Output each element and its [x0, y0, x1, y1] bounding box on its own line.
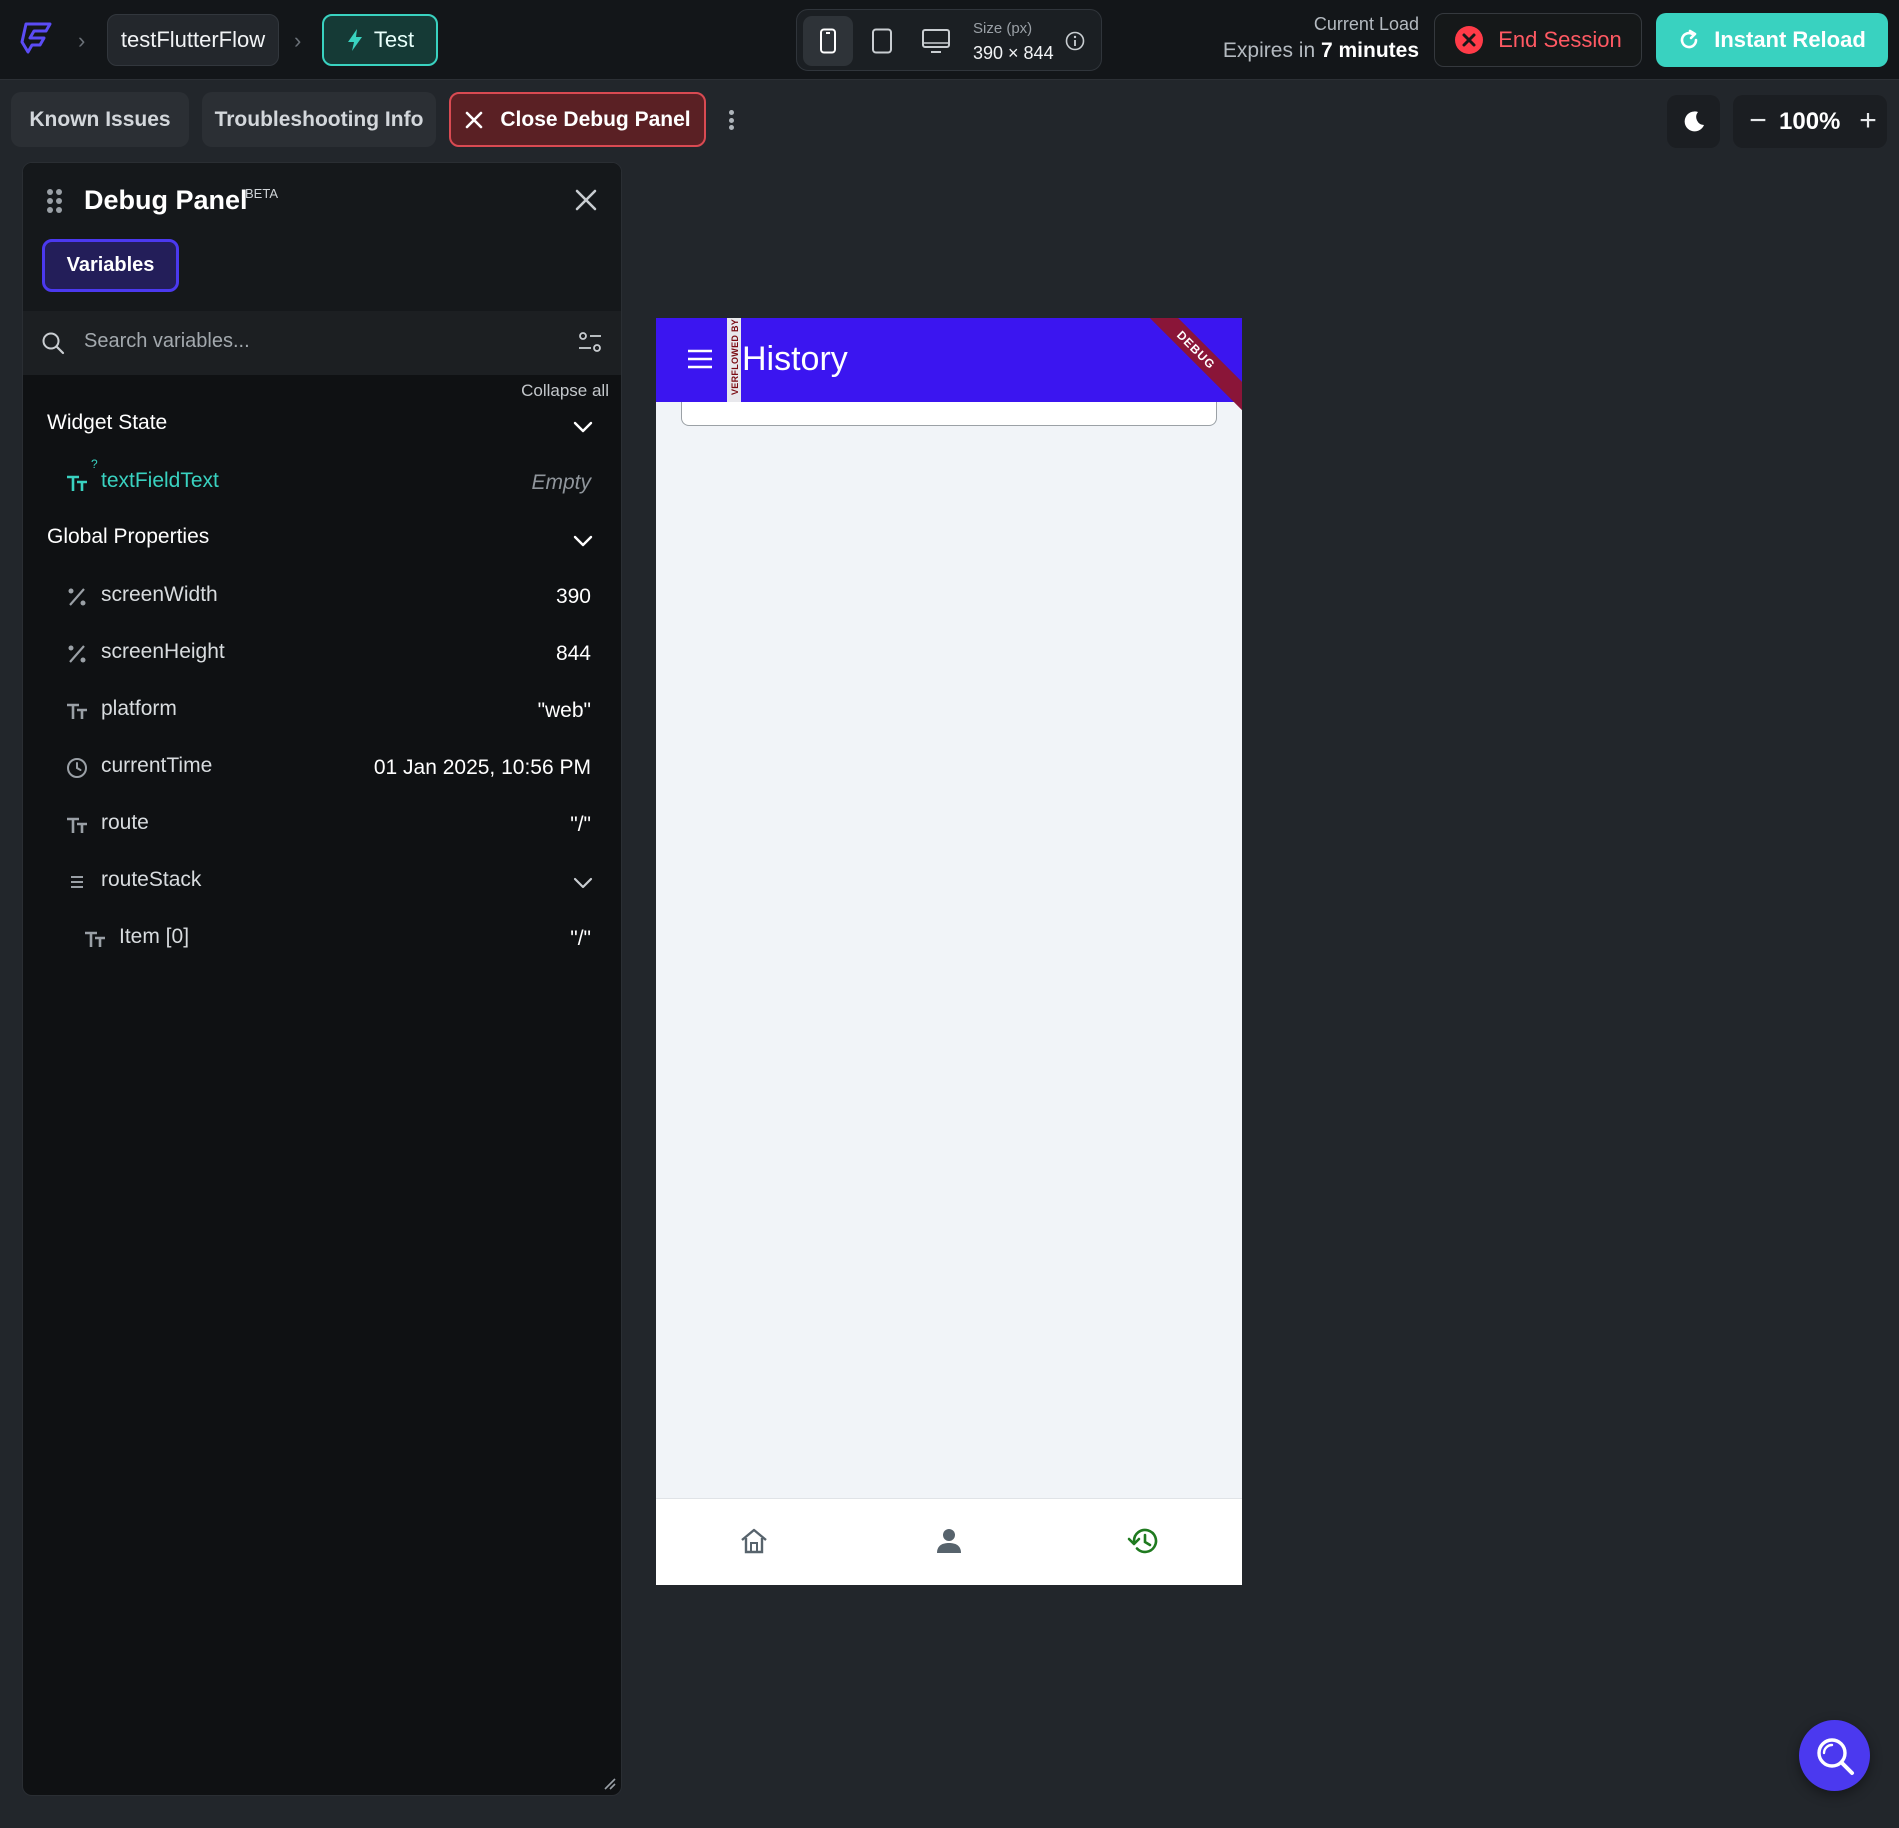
tablet-device-button[interactable]: [857, 16, 907, 66]
zoom-level: 100%: [1779, 108, 1841, 135]
variable-value: Empty: [531, 471, 591, 494]
info-icon[interactable]: [1065, 31, 1085, 51]
lightning-icon: [347, 29, 362, 51]
variable-name: currentTime: [101, 754, 213, 777]
debug-panel-title: Debug Panel: [84, 185, 248, 215]
tablet-icon: [872, 28, 892, 54]
nav-profile[interactable]: [929, 1521, 969, 1561]
close-debug-panel-button[interactable]: Close Debug Panel: [449, 92, 706, 147]
variable-value: "/": [570, 813, 591, 836]
number-percent-icon: [68, 588, 86, 606]
nav-home[interactable]: [734, 1521, 774, 1561]
beta-badge: BETA: [245, 186, 278, 201]
help-search-button[interactable]: [1799, 1720, 1870, 1791]
page-title: History: [742, 340, 848, 378]
zoom-in-button[interactable]: +: [1853, 103, 1883, 139]
device-size-selector: Size (px) 390 × 844: [796, 9, 1102, 71]
person-icon: [937, 1529, 961, 1553]
debug-panel: Debug Panel BETA Variables Search variab…: [22, 162, 622, 1796]
menu-icon[interactable]: [686, 348, 714, 370]
variable-name: textFieldText: [101, 469, 219, 492]
chevron-down-icon[interactable]: [571, 529, 595, 553]
variable-value: 844: [555, 642, 591, 665]
list-icon: [71, 876, 83, 888]
variable-name: screenWidth: [101, 583, 218, 606]
search-icon: [42, 332, 65, 355]
zoom-out-button[interactable]: −: [1743, 103, 1773, 139]
project-name-button[interactable]: testFlutterFlow: [107, 14, 279, 66]
close-debug-panel-label: Close Debug Panel: [500, 107, 691, 131]
end-session-label: End Session: [1498, 27, 1622, 52]
close-circle-icon: [1455, 26, 1484, 54]
overflow-warning: VERFLOWED BY 7: [727, 318, 741, 402]
phone-device-button[interactable]: [803, 16, 853, 66]
variable-value: "/": [570, 927, 591, 950]
desktop-icon: [922, 29, 950, 53]
troubleshooting-info-button[interactable]: Troubleshooting Info: [202, 92, 436, 147]
history-icon: [1127, 1528, 1158, 1554]
chevron-down-icon[interactable]: [571, 871, 595, 895]
close-icon: [466, 111, 483, 128]
text-type-icon: [67, 703, 87, 719]
chevron-down-icon[interactable]: [571, 415, 595, 439]
chevron-right-icon: ›: [78, 28, 86, 53]
phone-icon: [820, 28, 836, 54]
variable-name: platform: [101, 697, 177, 720]
bottom-navigation: [656, 1498, 1242, 1585]
clock-icon: [67, 758, 87, 778]
top-bar: › testFlutterFlow › Test Size (px) 390 ×…: [0, 0, 1899, 80]
app-bar: VERFLOWED BY 7 History DEBUG: [656, 318, 1242, 421]
instant-reload-button[interactable]: Instant Reload: [1656, 13, 1888, 67]
variable-name: screenHeight: [101, 640, 225, 663]
test-mode-label: Test: [373, 27, 415, 52]
debug-panel-header: Debug Panel BETA Variables: [23, 163, 621, 311]
search-icon: [1816, 1737, 1854, 1775]
text-type-icon: [85, 931, 105, 947]
chevron-right-icon: ›: [294, 28, 302, 53]
widget-state-section[interactable]: Widget State: [47, 411, 167, 435]
tab-variables[interactable]: Variables: [42, 239, 179, 292]
variable-name: route: [101, 811, 149, 834]
text-type-icon: [67, 475, 87, 491]
session-expiry: Expires in 7 minutes: [1223, 39, 1419, 63]
expires-value: 7 minutes: [1320, 39, 1419, 62]
number-percent-icon: [68, 645, 86, 663]
device-preview: VERFLOWED BY 7 History DEBUG: [656, 318, 1242, 1585]
text-type-icon: [67, 817, 87, 833]
moon-icon: [1684, 110, 1704, 131]
size-value: 390 × 844: [973, 43, 1054, 63]
test-mode-button[interactable]: Test: [322, 14, 438, 66]
flutterflow-logo-icon[interactable]: [18, 18, 58, 58]
known-issues-button[interactable]: Known Issues: [11, 92, 189, 147]
variable-search-bar[interactable]: Search variables...: [23, 311, 621, 375]
filter-icon[interactable]: [577, 329, 603, 355]
more-options-icon[interactable]: [723, 104, 739, 136]
home-icon: [741, 1528, 767, 1554]
size-label: Size (px): [973, 20, 1033, 37]
overflow-text: VERFLOWED BY 7: [730, 318, 740, 395]
close-icon[interactable]: [571, 185, 601, 215]
global-properties-section[interactable]: Global Properties: [47, 525, 209, 549]
instant-reload-label: Instant Reload: [1714, 27, 1866, 52]
variable-value: 01 Jan 2025, 10:56 PM: [373, 756, 591, 779]
zoom-control: − 100% +: [1733, 95, 1887, 148]
end-session-button[interactable]: End Session: [1434, 13, 1642, 67]
resize-handle-icon[interactable]: [601, 1775, 617, 1791]
variable-value: "web": [537, 699, 591, 722]
expires-prefix: Expires in: [1222, 39, 1321, 62]
variable-name: routeStack: [101, 868, 202, 891]
optional-marker: ?: [91, 457, 98, 471]
drag-handle-icon[interactable]: [47, 189, 63, 213]
dark-mode-toggle[interactable]: [1667, 95, 1720, 148]
collapse-all-button[interactable]: Collapse all: [521, 381, 609, 401]
variable-value: 390: [555, 585, 591, 608]
nav-history[interactable]: [1124, 1521, 1164, 1561]
refresh-icon: [1680, 29, 1698, 49]
variable-name: Item [0]: [119, 925, 190, 948]
search-input[interactable]: Search variables...: [84, 330, 250, 353]
current-load-label: Current Load: [1313, 14, 1419, 34]
desktop-device-button[interactable]: [911, 16, 961, 66]
